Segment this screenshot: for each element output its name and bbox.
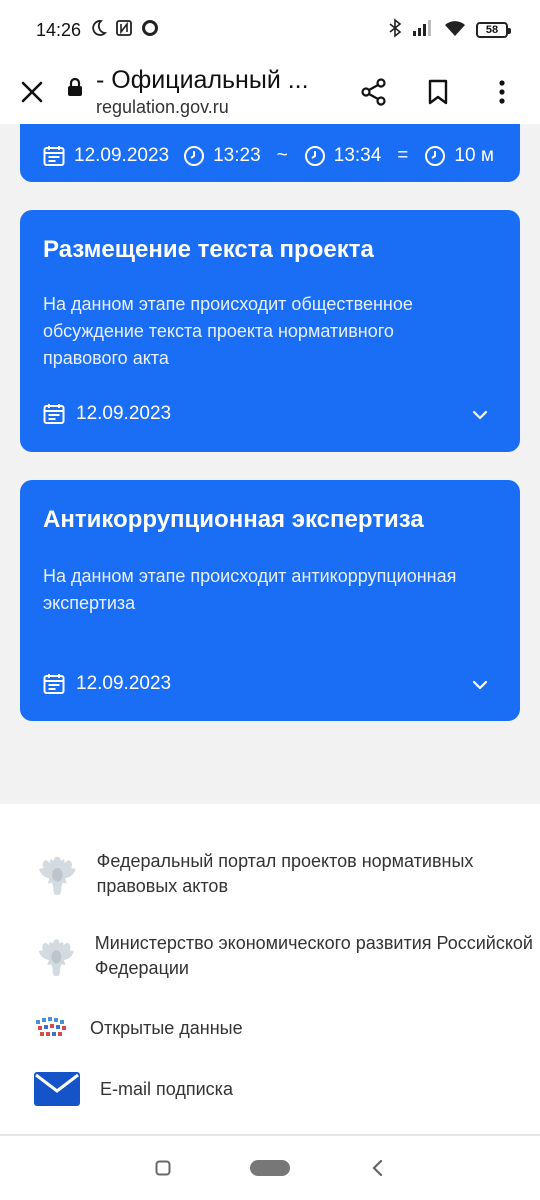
url-block[interactable]: - Официальный ... regulation.gov.ru — [64, 65, 342, 119]
more-icon — [499, 80, 505, 104]
nfc-icon — [115, 19, 133, 42]
footer-link-portal[interactable]: Федеральный портал проектов нормативных … — [34, 848, 540, 900]
status-bar: 14:26 58 — [0, 0, 540, 60]
footer-link-email[interactable]: E-mail подписка — [34, 1072, 233, 1106]
battery-icon: 58 — [476, 22, 511, 38]
footer-link-ministry[interactable]: Министерство экономического развития Рос… — [34, 930, 540, 982]
circle-icon — [141, 19, 159, 42]
footer-link-label: Федеральный портал проектов нормативных … — [96, 851, 474, 896]
share-icon — [361, 78, 386, 106]
signal-icon — [412, 19, 434, 42]
clock-icon — [304, 146, 325, 166]
page-url: regulation.gov.ru — [96, 97, 229, 117]
stage-card[interactable]: 12.09.2023 13:23 ~ 13:34 = 10 м — [20, 124, 520, 182]
stage-date: 12.09.2023 — [74, 145, 170, 166]
bookmark-icon — [428, 79, 448, 105]
wifi-icon — [444, 19, 466, 42]
recents-button[interactable] — [143, 1148, 183, 1188]
recents-icon — [155, 1160, 171, 1176]
footer-link-open-data[interactable]: Открытые данные — [34, 1014, 243, 1042]
stage-description: На данном этапе происходит антикоррупцио… — [43, 566, 457, 613]
duration: 10 м — [454, 145, 494, 166]
footer-link-label: Министерство экономического развития Рос… — [94, 933, 533, 978]
stage-date: 12.09.2023 — [76, 673, 172, 694]
stage-description: На данном этапе происходит общественное … — [43, 294, 413, 368]
expand-button[interactable] — [468, 403, 492, 427]
start-time: 13:23 — [213, 145, 261, 166]
lock-icon — [64, 65, 86, 97]
emblem-icon — [38, 939, 74, 976]
footer-link-label: E-mail подписка — [100, 1078, 233, 1099]
more-button[interactable] — [470, 60, 534, 124]
bookmark-button[interactable] — [406, 60, 470, 124]
emblem-icon — [39, 856, 76, 895]
calendar-icon — [43, 146, 65, 166]
share-button[interactable] — [342, 60, 406, 124]
page-title: - Официальный ... — [96, 66, 309, 94]
stage-date: 12.09.2023 — [76, 403, 172, 424]
moon-icon — [89, 19, 108, 42]
equals-separator: = — [397, 145, 409, 166]
clock-icon — [425, 146, 446, 166]
close-button[interactable] — [0, 60, 64, 124]
calendar-icon — [43, 404, 65, 424]
back-icon — [372, 1159, 382, 1177]
browser-toolbar: - Официальный ... regulation.gov.ru — [0, 60, 540, 124]
end-time: 13:34 — [333, 145, 382, 166]
open-data-icon — [36, 1017, 66, 1036]
home-button[interactable] — [249, 1148, 290, 1188]
stage-card[interactable]: Антикоррупционная экспертиза На данном э… — [20, 480, 520, 721]
battery-level: 58 — [485, 24, 499, 36]
stage-title: Размещение текста проекта — [43, 236, 374, 263]
stage-title: Антикоррупционная экспертиза — [43, 506, 424, 533]
mail-icon — [34, 1072, 80, 1106]
stages-list: 12.09.2023 13:23 ~ 13:34 = 10 м Размещен… — [0, 124, 540, 804]
clock-icon — [184, 146, 205, 166]
bluetooth-icon — [388, 17, 402, 43]
site-footer: Федеральный портал проектов нормативных … — [0, 804, 540, 1134]
close-icon — [21, 81, 43, 103]
system-nav-bar — [0, 1134, 540, 1200]
status-time: 14:26 — [36, 19, 82, 40]
footer-link-label: Открытые данные — [90, 1017, 243, 1038]
home-pill-icon — [249, 1160, 290, 1176]
chevron-down-icon — [472, 680, 488, 690]
expand-button[interactable] — [468, 673, 492, 697]
chevron-down-icon — [472, 410, 488, 420]
stage-card[interactable]: Размещение текста проекта На данном этап… — [20, 210, 520, 452]
calendar-icon — [43, 674, 65, 694]
tilde-separator: ~ — [276, 145, 288, 166]
back-button[interactable] — [357, 1148, 397, 1188]
